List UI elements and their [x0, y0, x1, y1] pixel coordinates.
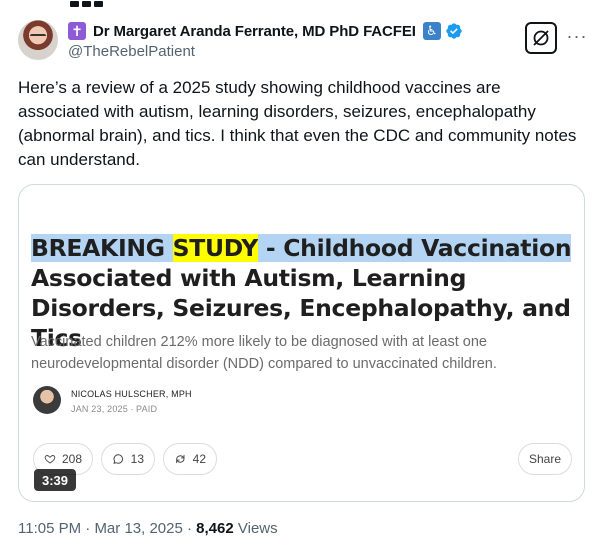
restack-count: 42: [192, 452, 206, 466]
share-label: Share: [528, 452, 562, 466]
author-avatar[interactable]: [18, 20, 58, 60]
grok-icon: [533, 30, 549, 46]
comment-count: 13: [130, 452, 144, 466]
card-author-avatar: [33, 386, 61, 414]
tweet-text: Here’s a review of a 2025 study showing …: [18, 78, 577, 169]
card-subtitle: Vaccinated children 212% more likely to …: [31, 334, 497, 372]
tweet-meta: 11:05 PM · Mar 13, 2025 · 8,462 Views: [18, 520, 278, 537]
title-highlight-blue: BREAKING: [31, 234, 173, 262]
comment-button[interactable]: 13: [101, 443, 155, 475]
card-author-name: NICOLAS HULSCHER, MPH: [71, 389, 192, 399]
heart-icon: [44, 455, 56, 464]
verified-icon: [446, 23, 462, 39]
title-highlight-yellow: STUDY: [172, 234, 258, 262]
like-count: 208: [61, 452, 82, 466]
display-name[interactable]: Dr Margaret Aranda Ferrante, MD PhD FACF…: [93, 23, 416, 40]
share-button[interactable]: Share: [518, 443, 572, 475]
top-edge-fragment: [70, 0, 120, 7]
tweet-date[interactable]: Mar 13, 2025: [94, 520, 182, 537]
meta-separator: ·: [81, 520, 95, 537]
tweet-time[interactable]: 11:05 PM: [18, 520, 81, 537]
accessibility-icon: ♿: [422, 22, 441, 40]
video-duration-badge: 3:39: [34, 469, 76, 491]
card-author-date: JAN 23, 2025 ∙ PAID: [71, 404, 158, 414]
more-options-icon[interactable]: ···: [566, 24, 588, 48]
grok-button[interactable]: [525, 22, 557, 54]
link-card[interactable]: BREAKING STUDY - Childhood Vaccination A…: [18, 184, 585, 502]
author-handle[interactable]: @TheRebelPatient: [68, 43, 195, 60]
views-label: Views: [233, 520, 278, 537]
title-highlight-blue-2: - Childhood Vaccination: [258, 234, 572, 262]
comment-icon: [113, 454, 123, 464]
meta-separator-2: ·: [182, 520, 197, 537]
glasses-icon: [30, 34, 46, 39]
cross-icon: ✝: [68, 22, 86, 40]
views-count: 8,462: [196, 520, 234, 537]
restack-button[interactable]: 42: [163, 443, 217, 475]
tweet-header: ✝ Dr Margaret Aranda Ferrante, MD PhD FA…: [68, 22, 463, 40]
restack-icon: [176, 454, 185, 464]
